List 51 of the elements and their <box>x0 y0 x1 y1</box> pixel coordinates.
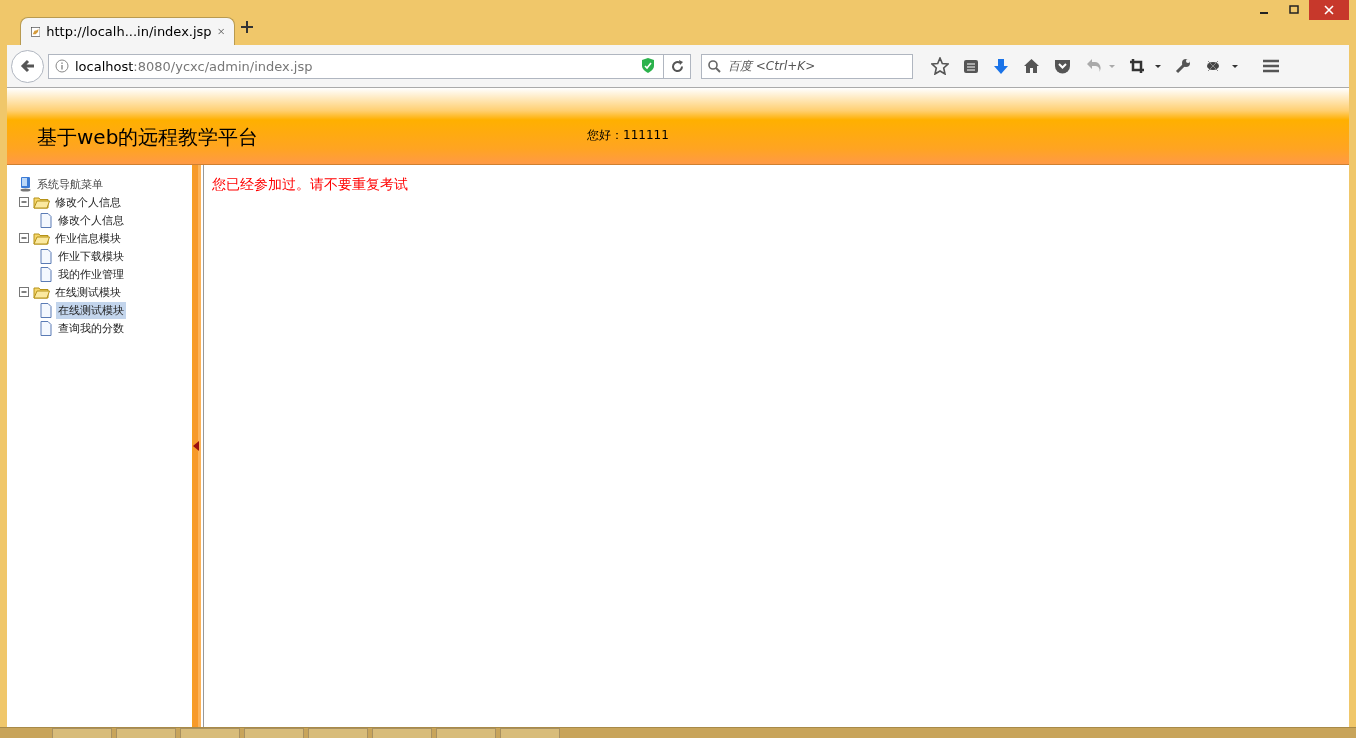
search-field[interactable]: 百度 <Ctrl+K> <box>701 53 913 79</box>
wrench-icon[interactable] <box>1175 58 1191 74</box>
maximize-icon[interactable] <box>1289 5 1299 15</box>
greeting-text: 您好：111111 <box>587 127 669 144</box>
pocket-icon[interactable] <box>1054 58 1071 74</box>
search-icon <box>708 59 721 73</box>
back-arrow-icon <box>19 58 36 74</box>
address-bar[interactable]: localhost:8080/ycxc/admin/index.jsp <box>48 53 664 79</box>
tree-item[interactable]: 修改个人信息 <box>56 211 126 229</box>
tree-root-label: 系统导航菜单 <box>36 176 104 193</box>
folder-icon <box>33 285 50 299</box>
close-icon[interactable] <box>217 26 224 37</box>
home-icon[interactable] <box>1023 58 1040 74</box>
folder-icon <box>33 195 50 209</box>
close-button[interactable] <box>1309 0 1349 20</box>
tree-folder-label[interactable]: 作业信息模块 <box>53 229 123 247</box>
tree-item[interactable]: 我的作业管理 <box>56 265 126 283</box>
new-tab-icon[interactable] <box>240 20 254 34</box>
document-icon <box>37 212 53 228</box>
menu-icon[interactable] <box>1263 59 1279 73</box>
document-icon <box>37 320 53 336</box>
reading-list-icon[interactable] <box>963 58 979 74</box>
reload-icon <box>670 59 684 73</box>
back-button[interactable] <box>11 49 44 83</box>
close-icon <box>1324 5 1334 15</box>
download-icon[interactable] <box>993 57 1009 75</box>
computer-icon <box>19 176 32 192</box>
error-message: 您已经参加过。请不要重复考试 <box>212 176 409 194</box>
document-icon <box>37 302 53 318</box>
tree-folder-label[interactable]: 修改个人信息 <box>53 193 123 211</box>
tab-title: http://localh...in/index.jsp <box>46 24 212 39</box>
reload-button[interactable] <box>663 53 691 79</box>
folder-icon <box>33 231 50 245</box>
collapse-icon[interactable] <box>19 232 30 244</box>
url-host: localhost <box>75 58 134 74</box>
site-title: 基于web的远程教学平台 <box>37 124 260 151</box>
collapse-icon[interactable] <box>19 286 30 298</box>
document-icon <box>37 266 53 282</box>
url-path: :8080/ycxc/admin/index.jsp <box>133 58 314 74</box>
tree-item[interactable]: 作业下载模块 <box>56 247 126 265</box>
shield-icon <box>641 58 655 74</box>
info-icon[interactable] <box>55 59 69 73</box>
star-icon[interactable] <box>931 57 949 75</box>
tree-item[interactable]: 在线测试模块 <box>56 301 126 319</box>
tree-item[interactable]: 查询我的分数 <box>56 319 126 337</box>
collapse-icon[interactable] <box>19 196 30 208</box>
document-icon <box>37 248 53 264</box>
crop-icon[interactable] <box>1129 58 1161 74</box>
tree-folder-label[interactable]: 在线测试模块 <box>53 283 123 301</box>
collapse-arrow-icon[interactable] <box>193 441 199 451</box>
browser-tab[interactable]: http://localh...in/index.jsp <box>20 17 235 45</box>
